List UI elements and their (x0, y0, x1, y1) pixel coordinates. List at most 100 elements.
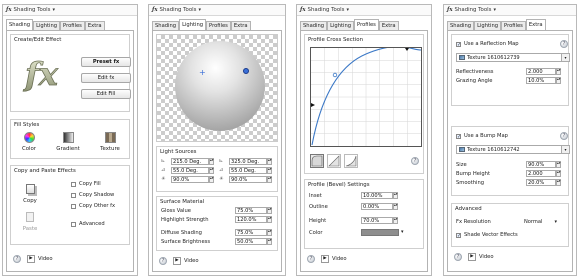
size-spin[interactable]: ▴▾ (556, 161, 561, 168)
gloss-value-spin[interactable]: ▴▾ (267, 207, 272, 214)
light1-intensity-spin[interactable]: ▴▾ (209, 176, 214, 183)
color-dropdown-icon[interactable]: ▾ (401, 229, 404, 236)
chevron-down-icon[interactable]: ▾ (198, 5, 201, 16)
smoothing-spin[interactable]: ▴▾ (556, 179, 561, 186)
profile-preset-slope[interactable] (327, 154, 341, 168)
light-source-2-handle[interactable] (243, 68, 249, 74)
light-source-1-handle[interactable]: + (199, 69, 206, 77)
height-spin[interactable]: ▴▾ (393, 217, 398, 224)
highlight-strength-field[interactable]: 120.0% (235, 216, 267, 223)
tab-profiles[interactable]: Profiles (501, 21, 526, 30)
tab-shading[interactable]: Shading (447, 21, 475, 30)
video-play-icon[interactable]: ▶ (173, 257, 181, 265)
copy-button[interactable]: Copy (19, 184, 41, 204)
grazing-angle-spin[interactable]: ▴▾ (556, 77, 561, 84)
bump-map-checkbox[interactable]: ✓ (456, 134, 461, 140)
help-icon[interactable]: ? (560, 132, 568, 140)
reflectiveness-field[interactable]: 2.000 (526, 68, 556, 75)
help-icon[interactable]: ? (13, 255, 21, 263)
tab-profiles[interactable]: Profiles (354, 19, 379, 30)
profile-preset-concave[interactable] (344, 154, 358, 168)
surface-brightness-spin[interactable]: ▴▾ (267, 238, 272, 245)
inset-field[interactable]: 10.00% (361, 192, 393, 199)
panel-title-bar[interactable]: ƒx Shading Tools ▾ (297, 5, 431, 16)
chevron-down-icon[interactable]: ▾ (52, 5, 55, 16)
tab-extra[interactable]: Extra (230, 21, 251, 30)
chevron-down-icon[interactable]: ▾ (561, 54, 569, 61)
tab-profiles[interactable]: Profiles (206, 21, 231, 30)
diffuse-shading-field[interactable]: 75.0% (235, 229, 267, 236)
light1-angle-spin[interactable]: ▴▾ (209, 158, 214, 165)
diffuse-shading-spin[interactable]: ▴▾ (267, 229, 272, 236)
video-label[interactable]: Video (479, 254, 494, 260)
video-label[interactable]: Video (332, 256, 347, 262)
panel-title-bar[interactable]: ƒx Shading Tools ▾ (3, 5, 137, 16)
tab-extra[interactable]: Extra (378, 21, 399, 30)
copy-other-fx-checkbox[interactable] (71, 204, 76, 209)
reflection-map-checkbox[interactable]: ✓ (456, 42, 461, 48)
grazing-angle-field[interactable]: 10.0% (526, 77, 556, 84)
preset-fx-button[interactable]: Preset fx (81, 57, 131, 67)
chevron-down-icon[interactable]: ▾ (493, 5, 496, 16)
shade-vector-checkbox[interactable]: ✓ (456, 233, 461, 239)
height-field[interactable]: 70.0% (361, 217, 393, 224)
advanced-checkbox[interactable] (71, 222, 76, 227)
size-field[interactable]: 90.0% (526, 161, 556, 168)
tab-lighting[interactable]: Lighting (33, 21, 61, 30)
light2-elevation-spin[interactable]: ▴▾ (267, 167, 272, 174)
tab-shading[interactable]: Shading (152, 21, 180, 30)
edit-fx-button[interactable]: Edit fx (81, 73, 131, 83)
tab-lighting[interactable]: Lighting (474, 21, 502, 30)
video-label[interactable]: Video (38, 256, 53, 262)
outline-field[interactable]: 0.00% (361, 203, 393, 210)
light1-intensity-field[interactable]: 90.0% (171, 176, 209, 183)
panel-title-bar[interactable]: ƒx Shading Tools ▾ (444, 5, 576, 16)
panel-title-bar[interactable]: ƒx Shading Tools ▾ (149, 5, 285, 16)
bump-texture-select[interactable]: Texture 1610612742 ▾ (456, 145, 570, 154)
video-label[interactable]: Video (184, 258, 199, 264)
tab-shading[interactable]: Shading (300, 21, 328, 30)
color-fill-option[interactable]: Color (19, 132, 39, 152)
help-icon[interactable]: ? (159, 257, 167, 265)
tab-lighting[interactable]: Lighting (179, 19, 207, 30)
light1-elevation-spin[interactable]: ▴▾ (209, 167, 214, 174)
reflection-texture-select[interactable]: Texture 1610612739 ▾ (456, 53, 570, 62)
chevron-down-icon[interactable]: ▾ (554, 218, 557, 226)
chevron-down-icon[interactable]: ▾ (561, 146, 569, 153)
tab-extra[interactable]: Extra (525, 19, 546, 30)
tab-lighting[interactable]: Lighting (327, 21, 355, 30)
tab-extra[interactable]: Extra (84, 21, 105, 30)
light1-elevation-field[interactable]: 55.0 Deg. (171, 167, 209, 174)
bump-height-spin[interactable]: ▴▾ (556, 170, 561, 177)
inset-spin[interactable]: ▴▾ (393, 192, 398, 199)
profile-curve-editor[interactable] (310, 46, 422, 147)
edit-fill-button[interactable]: Edit Fill (81, 89, 131, 99)
highlight-strength-spin[interactable]: ▴▾ (267, 216, 272, 223)
fx-resolution-select[interactable]: Normal ▾ (520, 217, 560, 226)
video-play-icon[interactable]: ▶ (321, 255, 329, 263)
help-icon[interactable]: ? (560, 40, 568, 48)
video-play-icon[interactable]: ▶ (27, 255, 35, 263)
light1-angle-field[interactable]: 215.0 Deg. (171, 158, 209, 165)
video-play-icon[interactable]: ▶ (468, 253, 476, 261)
light-preview[interactable]: + (156, 34, 278, 142)
help-icon[interactable]: ? (307, 255, 315, 263)
copy-shadow-checkbox[interactable] (71, 193, 76, 198)
copy-fill-checkbox[interactable] (71, 182, 76, 187)
light2-intensity-field[interactable]: 90.0% (229, 176, 267, 183)
light2-elevation-field[interactable]: 55.0 Deg. (229, 167, 267, 174)
smoothing-field[interactable]: 20.0% (526, 179, 556, 186)
paste-button[interactable]: Paste (19, 212, 41, 232)
gloss-value-field[interactable]: 75.0% (235, 207, 267, 214)
light2-intensity-spin[interactable]: ▴▾ (267, 176, 272, 183)
reflectiveness-spin[interactable]: ▴▾ (556, 68, 561, 75)
gradient-fill-option[interactable]: Gradient (53, 132, 83, 152)
help-icon[interactable]: ? (411, 157, 419, 165)
texture-fill-option[interactable]: Texture (95, 132, 125, 152)
tab-profiles[interactable]: Profiles (60, 21, 85, 30)
light2-angle-spin[interactable]: ▴▾ (267, 158, 272, 165)
tab-shading[interactable]: Shading (6, 19, 34, 30)
light2-angle-field[interactable]: 325.0 Deg. (229, 158, 267, 165)
color-swatch[interactable] (361, 229, 399, 236)
profile-preset-rounded[interactable] (310, 154, 324, 168)
